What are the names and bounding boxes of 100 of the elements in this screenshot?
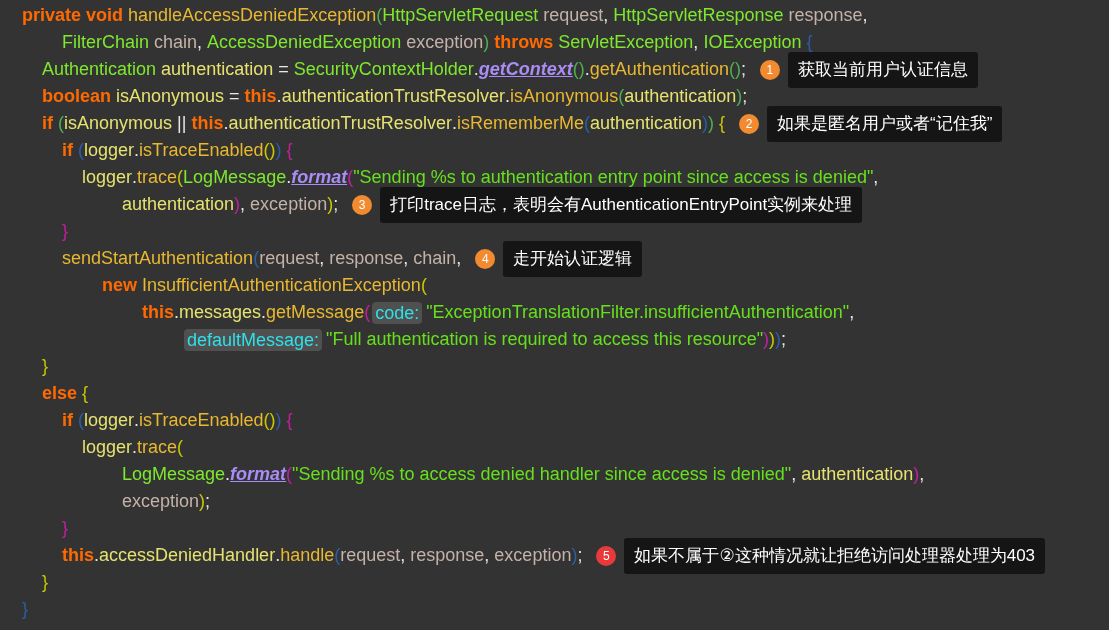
string-literal: "Sending %s to authentication entry point since access is denied"	[353, 167, 874, 188]
punctuation: ,	[919, 464, 925, 485]
punctuation: ||	[176, 113, 188, 134]
parameter-name: response	[787, 5, 863, 26]
method-name: getAuthentication	[589, 59, 729, 80]
keyword: if	[62, 410, 73, 431]
variable-name: authenticationTrustResolver	[228, 113, 452, 134]
variable-name: authentication	[624, 86, 737, 107]
punctuation: .	[473, 59, 479, 80]
step-badge: 3	[352, 194, 373, 215]
bracket: (	[253, 248, 260, 269]
punctuation: .	[134, 410, 140, 431]
bracket: )	[702, 113, 709, 134]
bracket: )	[327, 194, 334, 215]
static-method-call: getContext	[478, 59, 573, 80]
bracket: (	[364, 302, 371, 323]
type-name: SecurityContextHolder	[293, 59, 474, 80]
parameter-name: response	[329, 248, 404, 269]
bracket: )	[199, 491, 206, 512]
punctuation: .	[505, 86, 511, 107]
parameter-hint: code:	[372, 301, 423, 324]
variable-name: logger	[82, 437, 133, 458]
string-literal: "Full authentication is required to access this resource"	[326, 329, 764, 350]
keyword: this	[62, 545, 94, 566]
bracket: (	[177, 167, 184, 188]
method-name: isRememberMe	[456, 113, 584, 134]
punctuation: ;	[781, 329, 787, 350]
parameter-name: exception	[405, 32, 484, 53]
bracket: {	[285, 410, 293, 431]
bracket: (	[583, 113, 590, 134]
annotation-note: 打印trace日志，表明会有AuthenticationEntryPoint实例来处理	[380, 186, 863, 223]
bracket: )	[234, 194, 241, 215]
punctuation: .	[94, 545, 100, 566]
bracket: }	[62, 221, 68, 242]
parameter-name: exception	[122, 491, 200, 512]
keyword: this	[191, 113, 224, 134]
variable-name: messages	[179, 302, 262, 323]
punctuation: ,	[403, 248, 410, 269]
punctuation: ,	[456, 248, 462, 269]
bracket: (	[347, 167, 354, 188]
bracket: {	[81, 383, 89, 404]
parameter-name: exception	[250, 194, 328, 215]
annotation-note: 走开始认证逻辑	[503, 240, 643, 277]
punctuation: ,	[197, 32, 204, 53]
annotation-note: 如果是匿名用户或者“记住我”	[767, 105, 1003, 142]
bracket: {	[805, 32, 813, 53]
punctuation: ,	[862, 5, 868, 26]
bracket: }	[42, 572, 48, 593]
parameter-name: request	[340, 545, 401, 566]
variable-name: accessDeniedHandler	[99, 545, 276, 566]
method-name: handleAccessDeniedException	[127, 5, 377, 26]
step-badge: 1	[759, 59, 780, 80]
keyword: this	[142, 302, 174, 323]
punctuation: .	[276, 86, 282, 107]
bracket: )	[275, 410, 282, 431]
annotation-note: 获取当前用户认证信息	[787, 51, 978, 88]
bracket: ()	[263, 140, 276, 161]
punctuation: ;	[333, 194, 339, 215]
variable-name: isAnonymous	[115, 86, 225, 107]
bracket: (	[177, 437, 184, 458]
punctuation: .	[261, 302, 267, 323]
method-name: getMessage	[266, 302, 365, 323]
type-name: LogMessage	[183, 167, 287, 188]
keyword: new	[102, 275, 137, 296]
punctuation: ,	[791, 464, 798, 485]
variable-name: isAnonymous	[64, 113, 173, 134]
bracket: )	[913, 464, 920, 485]
bracket: )	[275, 140, 282, 161]
punctuation: ;	[740, 59, 746, 80]
punctuation: .	[223, 113, 229, 134]
step-badge: 4	[475, 248, 496, 269]
punctuation: .	[174, 302, 180, 323]
parameter-name: chain	[153, 32, 198, 53]
bracket: )	[736, 86, 743, 107]
punctuation: ,	[873, 167, 879, 188]
bracket: )	[775, 329, 782, 350]
keyword: if	[42, 113, 53, 134]
bracket: }	[62, 518, 68, 539]
punctuation: ,	[484, 545, 491, 566]
method-name: trace	[137, 167, 178, 188]
variable-name: authentication	[122, 194, 235, 215]
keyword: void	[85, 5, 124, 26]
type-name: LogMessage	[122, 464, 226, 485]
variable-name: logger	[84, 140, 135, 161]
punctuation: =	[228, 86, 241, 107]
static-method-call: format	[230, 464, 287, 485]
punctuation: .	[584, 59, 590, 80]
parameter-name: request	[542, 5, 604, 26]
bracket: ()	[728, 59, 741, 80]
keyword: private	[22, 5, 82, 26]
type-name: HttpServletRequest	[382, 5, 539, 26]
bracket: (	[286, 464, 293, 485]
bracket: (	[334, 545, 341, 566]
punctuation: =	[277, 59, 290, 80]
string-literal: "ExceptionTranslationFilter.insufficientAuthentication"	[426, 302, 850, 323]
bracket: (	[420, 275, 427, 296]
method-name: isAnonymous	[510, 86, 619, 107]
parameter-name: request	[259, 248, 320, 269]
punctuation: .	[225, 464, 231, 485]
method-name: trace	[137, 437, 178, 458]
